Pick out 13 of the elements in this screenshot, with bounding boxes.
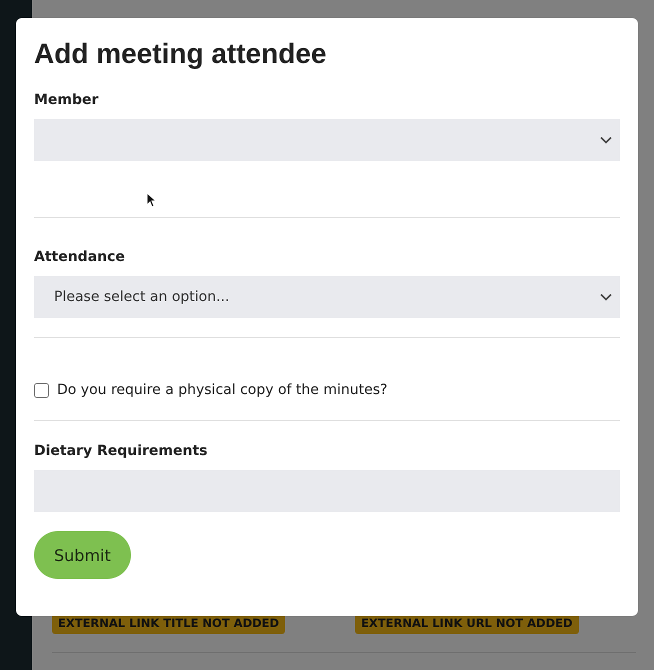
submit-button[interactable]: Submit: [34, 531, 131, 579]
select-value: Please select an option...: [54, 289, 230, 305]
field-label: Dietary Requirements: [34, 443, 208, 459]
checkbox[interactable]: [34, 382, 49, 398]
chevron-down-icon: [600, 293, 612, 301]
dialog-title: Add meeting attendee: [34, 38, 328, 70]
field-label: Member: [34, 92, 100, 108]
checkbox-label: Do you require a physical copy of the minutes?: [57, 382, 388, 398]
select-field[interactable]: Please select an option...: [34, 276, 620, 318]
field-label: Attendance: [34, 249, 126, 265]
chevron-down-icon: [600, 136, 612, 144]
cursor-icon: [146, 192, 157, 208]
select-field[interactable]: [34, 119, 620, 161]
